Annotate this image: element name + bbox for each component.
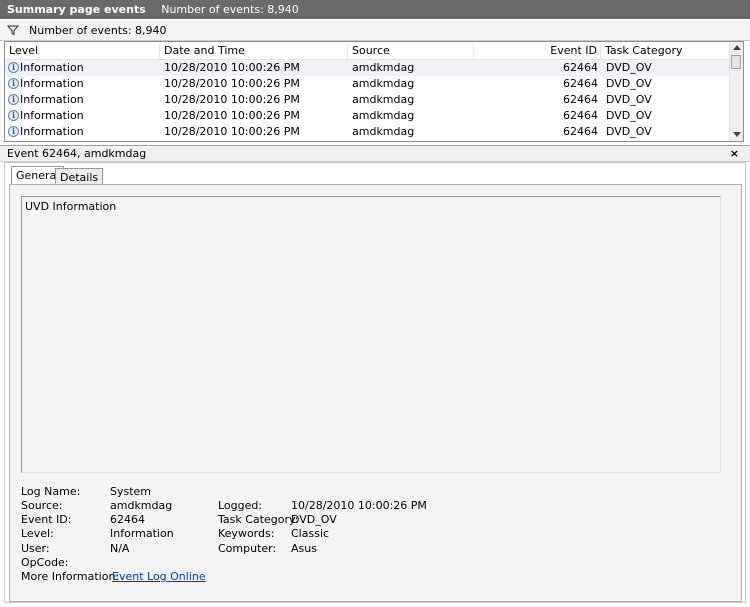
close-icon[interactable]: ×: [730, 146, 739, 161]
row-source: amdkmdag: [352, 77, 415, 90]
general-tab-page: UVD Information Log Name: System Source:…: [9, 184, 742, 602]
title-event-count: Number of events: 8,940: [161, 3, 299, 16]
computer-label: Computer:: [218, 542, 277, 555]
more-information-label: More Information:: [21, 570, 120, 583]
row-level: Information: [20, 77, 84, 90]
filter-event-count: Number of events: 8,940: [29, 24, 167, 37]
information-icon: i: [8, 62, 19, 73]
log-name-label: Log Name:: [21, 485, 81, 498]
window-title-bar: Summary page events Number of events: 8,…: [0, 0, 750, 19]
event-description: UVD Information: [25, 200, 117, 213]
column-header-date-time[interactable]: Date and Time: [160, 44, 348, 59]
source-value: amdkmdag: [110, 499, 173, 512]
row-level: Information: [20, 93, 84, 106]
row-date-time: 10/28/2010 10:00:26 PM: [164, 93, 300, 106]
event-list[interactable]: Level Date and Time Source Event ID Task…: [4, 41, 744, 142]
opcode-label: OpCode:: [21, 556, 69, 569]
event-description-box[interactable]: UVD Information: [21, 196, 721, 473]
row-date-time: 10/28/2010 10:00:26 PM: [164, 77, 300, 90]
column-header-event-id[interactable]: Event ID: [474, 44, 601, 59]
table-row[interactable]: i Information 10/28/2010 10:00:26 PM amd…: [5, 60, 731, 76]
table-row[interactable]: i Information 10/28/2010 10:00:26 PM amd…: [5, 76, 731, 92]
table-row[interactable]: i Information 10/28/2010 10:00:26 PM amd…: [5, 108, 731, 124]
filter-bar: Number of events: 8,940: [0, 20, 750, 41]
source-label: Source:: [21, 499, 63, 512]
window-title: Summary page events: [7, 3, 146, 16]
row-event-id: 62464: [563, 93, 598, 106]
row-date-time: 10/28/2010 10:00:26 PM: [164, 109, 300, 122]
row-source: amdkmdag: [352, 61, 415, 74]
information-icon: i: [8, 78, 19, 89]
event-detail-title: Event 62464, amdkmdag: [7, 147, 147, 160]
logged-label: Logged:: [218, 499, 263, 512]
event-list-scrollbar[interactable]: [729, 42, 743, 141]
scroll-up-arrow-icon[interactable]: [733, 45, 741, 50]
event-id-value: 62464: [110, 513, 145, 526]
information-icon: i: [8, 94, 19, 105]
user-value: N/A: [110, 542, 130, 555]
row-level: Information: [20, 109, 84, 122]
user-label: User:: [21, 542, 50, 555]
row-source: amdkmdag: [352, 93, 415, 106]
information-icon: i: [8, 126, 19, 137]
scroll-down-arrow-icon[interactable]: [733, 132, 741, 137]
column-header-source[interactable]: Source: [348, 44, 474, 59]
keywords-value: Classic: [291, 527, 330, 540]
row-event-id: 62464: [563, 61, 598, 74]
task-category-label: Task Category:: [218, 513, 299, 526]
row-level: Information: [20, 125, 84, 138]
level-value: Information: [110, 527, 174, 540]
row-event-id: 62464: [563, 77, 598, 90]
computer-value: Asus: [291, 542, 317, 555]
row-task-category: DVD_OV: [606, 77, 652, 90]
row-event-id: 62464: [563, 109, 598, 122]
row-task-category: DVD_OV: [606, 109, 652, 122]
keywords-label: Keywords:: [218, 527, 275, 540]
row-source: amdkmdag: [352, 125, 415, 138]
information-icon: i: [8, 110, 19, 121]
scrollbar-thumb[interactable]: [731, 55, 741, 69]
event-id-label: Event ID:: [21, 513, 72, 526]
log-name-value: System: [110, 485, 152, 498]
row-task-category: DVD_OV: [606, 93, 652, 106]
row-task-category: DVD_OV: [606, 61, 652, 74]
level-label: Level:: [21, 527, 54, 540]
column-header-level[interactable]: Level: [5, 44, 160, 59]
row-source: amdkmdag: [352, 109, 415, 122]
row-level: Information: [20, 61, 84, 74]
event-detail-header: Event 62464, amdkmdag ×: [0, 145, 750, 162]
table-row[interactable]: i Information 10/28/2010 10:00:26 PM amd…: [5, 92, 731, 108]
event-detail-panel: General Details UVD Information Log Name…: [4, 162, 746, 603]
logged-value: 10/28/2010 10:00:26 PM: [291, 499, 427, 512]
column-header-task-category[interactable]: Task Category: [601, 44, 731, 59]
table-row[interactable]: i Information 10/28/2010 10:00:26 PM amd…: [5, 124, 731, 140]
row-date-time: 10/28/2010 10:00:26 PM: [164, 125, 300, 138]
row-event-id: 62464: [563, 125, 598, 138]
event-log-online-link[interactable]: Event Log Online: [112, 570, 206, 583]
row-date-time: 10/28/2010 10:00:26 PM: [164, 61, 300, 74]
filter-icon[interactable]: [7, 24, 19, 36]
row-task-category: DVD_OV: [606, 125, 652, 138]
column-header-row: Level Date and Time Source Event ID Task…: [5, 42, 731, 60]
task-category-value: DVD_OV: [291, 513, 337, 526]
